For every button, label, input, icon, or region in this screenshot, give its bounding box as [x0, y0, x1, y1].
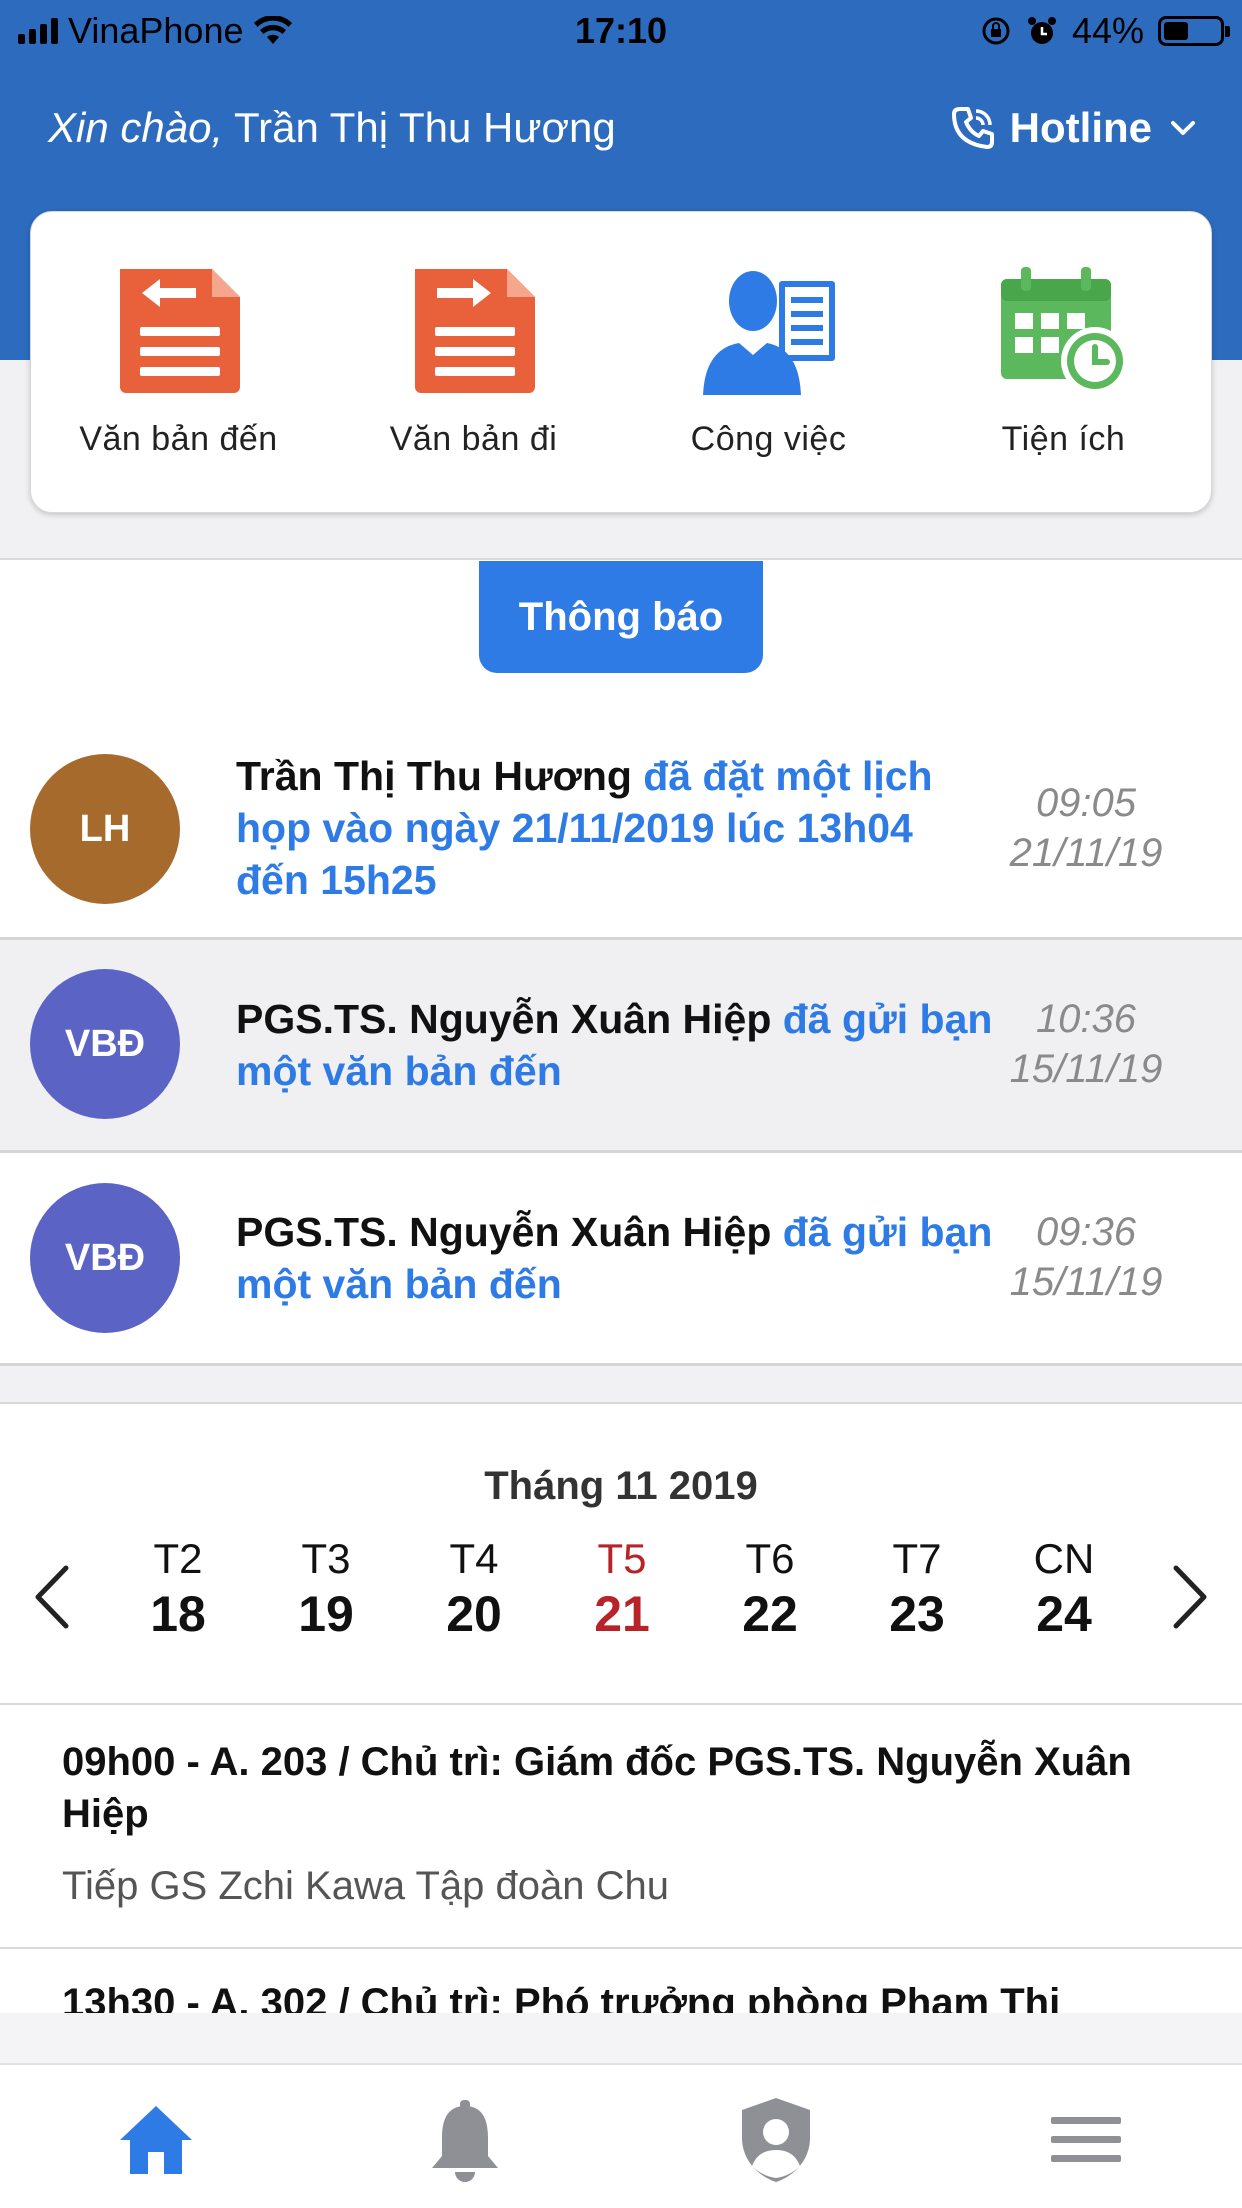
calendar-day-number: 18: [150, 1586, 206, 1642]
shield-user-icon: [742, 2098, 810, 2182]
hotline-button[interactable]: Hotline: [950, 104, 1200, 152]
phone-icon: [951, 107, 994, 149]
schedule-event-partial[interactable]: 13h30 - A. 302 / Chủ trì: Phó trưởng phò…: [0, 1949, 1242, 2013]
task-user-icon: [702, 271, 835, 395]
tab-profile[interactable]: [726, 2095, 826, 2185]
notification-text: PGS.TS. Nguyễn Xuân Hiệp đã gửi bạn một …: [236, 993, 996, 1097]
notification-item[interactable]: LH Trần Thị Thu Hương đã đặt một lịch họ…: [0, 700, 1242, 940]
alarm-icon: [1027, 17, 1056, 44]
status-right: 44%: [980, 10, 1230, 52]
chevron-right-icon: [1173, 1565, 1207, 1629]
calendar-day[interactable]: T2 18: [118, 1535, 238, 1643]
notification-item[interactable]: VBĐ PGS.TS. Nguyễn Xuân Hiệp đã gửi bạn …: [0, 940, 1242, 1153]
notification-actor: PGS.TS. Nguyễn Xuân Hiệp: [236, 996, 772, 1042]
notification-time: 09:05: [1035, 781, 1137, 825]
calendar-day[interactable]: T4 20: [414, 1535, 534, 1643]
chevron-down-icon: [1171, 121, 1195, 135]
notification-time: 09:36: [1035, 1210, 1137, 1254]
calendar-day-number: 21: [594, 1586, 650, 1642]
notification-actor: Trần Thị Thu Hương: [236, 753, 632, 799]
calendar-day[interactable]: T3 19: [266, 1535, 386, 1643]
calendar-clock-icon: [1000, 267, 1129, 395]
avatar: LH: [30, 754, 180, 904]
tab-menu[interactable]: [1036, 2095, 1136, 2185]
calendar-day-number: 19: [298, 1586, 354, 1642]
calendar-day[interactable]: T6 22: [710, 1535, 830, 1643]
event-description: Tiếp GS Zchi Kawa Tập đoàn Chu: [62, 1864, 669, 1908]
calendar-day-name: T4: [449, 1535, 499, 1582]
rotation-lock-icon: [982, 17, 1010, 45]
user-name: Trần Thị Thu Hương: [234, 104, 616, 151]
tab-notifications[interactable]: Thông báo: [479, 561, 763, 673]
calendar-prev-button[interactable]: [22, 1557, 82, 1637]
menu-icon: [1051, 2117, 1121, 2162]
notification-timestamp: 09:36 15/11/19: [976, 1207, 1196, 1307]
divider: [0, 558, 1242, 560]
avatar: VBĐ: [30, 1183, 180, 1333]
quick-action-utilities[interactable]: Tiện ích: [916, 212, 1211, 512]
home-icon: [120, 2106, 192, 2174]
scroll-gap: [0, 2013, 1242, 2063]
event-title: 09h00 - A. 203 / Chủ trì: Giám đốc PGS.T…: [62, 1740, 1132, 1836]
calendar-day-number: 20: [446, 1586, 502, 1642]
battery-percent: 44%: [1071, 10, 1144, 51]
tab-notifications-bell[interactable]: [415, 2095, 515, 2185]
notification-date: 15/11/19: [1009, 1047, 1163, 1091]
quick-action-label: Công việc: [690, 420, 847, 458]
quick-action-label: Văn bản đến: [79, 420, 278, 458]
bottom-tab-bar: [0, 2063, 1242, 2208]
calendar-next-button[interactable]: [1160, 1557, 1220, 1637]
event-title: 13h30 - A. 302 / Chủ trì: Phó trưởng phò…: [62, 1981, 1061, 2013]
calendar-day-number: 22: [742, 1586, 798, 1642]
quick-action-outgoing-documents[interactable]: Văn bản đi: [326, 212, 621, 512]
calendar-day-name: CN: [1033, 1535, 1095, 1582]
avatar: VBĐ: [30, 969, 180, 1119]
battery-icon: [1158, 16, 1230, 46]
notification-timestamp: 10:36 15/11/19: [976, 994, 1196, 1094]
quick-action-label: Tiện ích: [1001, 420, 1126, 458]
outgoing-document-icon: [414, 269, 535, 393]
quick-actions-card: Văn bản đến Văn bản đi Công việc Tiện íc…: [30, 211, 1212, 513]
calendar-day-name: T2: [153, 1535, 203, 1582]
quick-action-label: Văn bản đi: [389, 420, 558, 458]
status-bar: VinaPhone 17:10 44%: [0, 0, 1242, 62]
hotline-label: Hotline: [1009, 104, 1152, 151]
quick-action-tasks[interactable]: Công việc: [621, 212, 916, 512]
calendar-day[interactable]: CN 24: [1004, 1535, 1124, 1643]
calendar-day-name: T7: [892, 1535, 942, 1582]
calendar-day-number: 23: [889, 1586, 945, 1642]
divider: [0, 1703, 1242, 1705]
notification-actor: PGS.TS. Nguyễn Xuân Hiệp: [236, 1209, 772, 1255]
notification-item[interactable]: VBĐ PGS.TS. Nguyễn Xuân Hiệp đã gửi bạn …: [0, 1153, 1242, 1366]
calendar-day-number: 24: [1036, 1586, 1092, 1642]
chevron-left-icon: [35, 1565, 69, 1629]
calendar-month-label: Tháng 11 2019: [484, 1464, 758, 1508]
calendar-day[interactable]: T7 23: [857, 1535, 977, 1643]
quick-action-incoming-documents[interactable]: Văn bản đến: [31, 212, 326, 512]
section-separator: [0, 1366, 1242, 1404]
notification-text: PGS.TS. Nguyễn Xuân Hiệp đã gửi bạn một …: [236, 1206, 996, 1310]
schedule-event[interactable]: 09h00 - A. 203 / Chủ trì: Giám đốc PGS.T…: [62, 1736, 1192, 1909]
incoming-document-icon: [119, 269, 240, 393]
calendar-day-today[interactable]: T5 21: [562, 1535, 682, 1643]
notification-timestamp: 09:05 21/11/19: [976, 778, 1196, 878]
bell-icon: [432, 2100, 498, 2182]
calendar-week-strip: T2 18 T3 19 T4 20 T5 21 T6 22 T7 23 CN 2…: [0, 1535, 1242, 1665]
notification-date: 15/11/19: [1009, 1260, 1163, 1304]
greeting-prefix: Xin chào,: [48, 104, 224, 151]
calendar-day-name: T5: [597, 1535, 647, 1582]
notification-date: 21/11/19: [1009, 831, 1163, 875]
notification-text: Trần Thị Thu Hương đã đặt một lịch họp v…: [236, 750, 996, 906]
greeting: Xin chào, Trần Thị Thu Hương: [48, 104, 616, 152]
notification-time: 10:36: [1035, 997, 1137, 1041]
calendar-day-name: T6: [745, 1535, 795, 1582]
calendar-day-name: T3: [301, 1535, 351, 1582]
tab-home[interactable]: [106, 2095, 206, 2185]
